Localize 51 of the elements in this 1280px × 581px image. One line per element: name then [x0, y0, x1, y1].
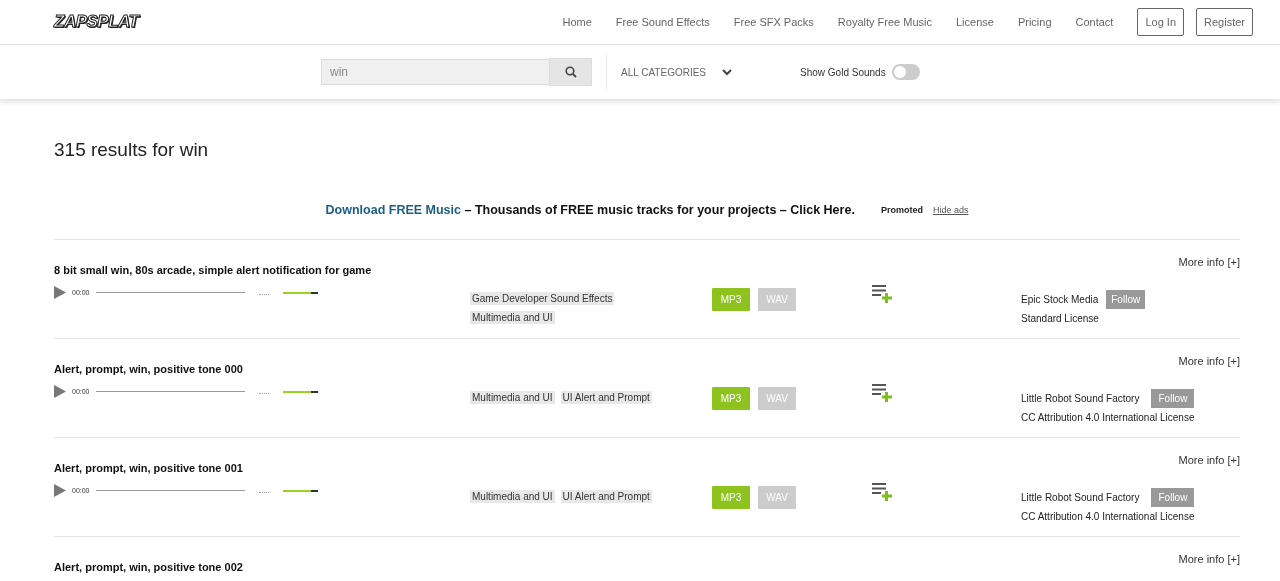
category-tag[interactable]: UI Alert and Prompt: [560, 391, 652, 404]
volume-slider[interactable]: [282, 291, 318, 294]
promo-link[interactable]: Download FREE Music: [325, 203, 461, 217]
toggle-label: Show Gold Sounds: [800, 66, 886, 78]
search-button[interactable]: [549, 58, 592, 86]
auth-button[interactable]: Log In: [1137, 8, 1185, 36]
more-info-link[interactable]: More info [+]: [1178, 454, 1240, 466]
play-icon[interactable]: [54, 385, 66, 398]
category-tag[interactable]: Multimedia and UI: [470, 311, 555, 324]
play-icon[interactable]: [54, 484, 66, 497]
filter-toggle[interactable]: [891, 64, 920, 80]
nav-link[interactable]: License: [943, 16, 1006, 28]
promoted-label: Promoted: [880, 205, 923, 215]
category-tag[interactable]: UI Alert and Prompt: [560, 490, 652, 503]
search-field[interactable]: win: [321, 59, 549, 85]
search-icon: [564, 66, 577, 78]
sound-title: Alert, prompt, win, positive tone 002: [54, 561, 243, 573]
license-text: Standard License: [1021, 313, 1100, 324]
sound-title: Alert, prompt, win, positive tone 000: [54, 363, 243, 375]
category-tag[interactable]: Multimedia and UI: [470, 391, 555, 404]
license-text: CC Attribution 4.0 International License: [1021, 511, 1195, 522]
volume-slider[interactable]: [282, 390, 318, 393]
nav-link[interactable]: Free SFX Packs: [721, 16, 826, 28]
author-name[interactable]: Little Robot Sound Factory: [1021, 393, 1144, 404]
volume-slider[interactable]: [282, 489, 318, 492]
more-info-link[interactable]: More info [+]: [1178, 355, 1240, 367]
add-to-playlist-icon[interactable]: [872, 383, 892, 402]
category-tag[interactable]: Multimedia and UI: [470, 490, 555, 503]
hide-ads-link[interactable]: Hide ads: [932, 205, 969, 215]
results-heading: 315 results for win: [54, 139, 210, 161]
license-text: CC Attribution 4.0 International License: [1021, 412, 1195, 423]
add-to-playlist-icon[interactable]: [872, 482, 892, 501]
category-dropdown[interactable]: ALL CATEGORIES: [621, 66, 733, 78]
promo-text: Download FREE Music – Thousands of FREE music tracks for your projects – Click Here.: [325, 203, 855, 217]
nav-link[interactable]: Contact: [1063, 16, 1126, 28]
more-info-link[interactable]: More info [+]: [1178, 256, 1240, 268]
sound-title: Alert, prompt, win, positive tone 001: [54, 462, 243, 474]
play-icon[interactable]: [54, 286, 66, 299]
sound-title: 8 bit small win, 80s arcade, simple alert notification for game: [54, 264, 372, 276]
add-to-playlist-icon[interactable]: [872, 284, 892, 303]
author-name[interactable]: Little Robot Sound Factory: [1021, 492, 1144, 503]
author-name[interactable]: Epic Stock Media: [1021, 294, 1099, 305]
more-info-link[interactable]: More info [+]: [1178, 553, 1240, 565]
logo[interactable]: ZAPSPLAT: [54, 12, 139, 32]
category-tag[interactable]: Game Developer Sound Effects: [470, 292, 615, 305]
nav-link[interactable]: Free Sound Effects: [603, 16, 722, 28]
nav-link[interactable]: Royalty Free Music: [825, 16, 944, 28]
nav-link[interactable]: Home: [550, 16, 604, 28]
chevron-down-icon: [722, 68, 733, 76]
nav-link[interactable]: Pricing: [1005, 16, 1064, 28]
auth-button[interactable]: Register: [1196, 8, 1253, 36]
